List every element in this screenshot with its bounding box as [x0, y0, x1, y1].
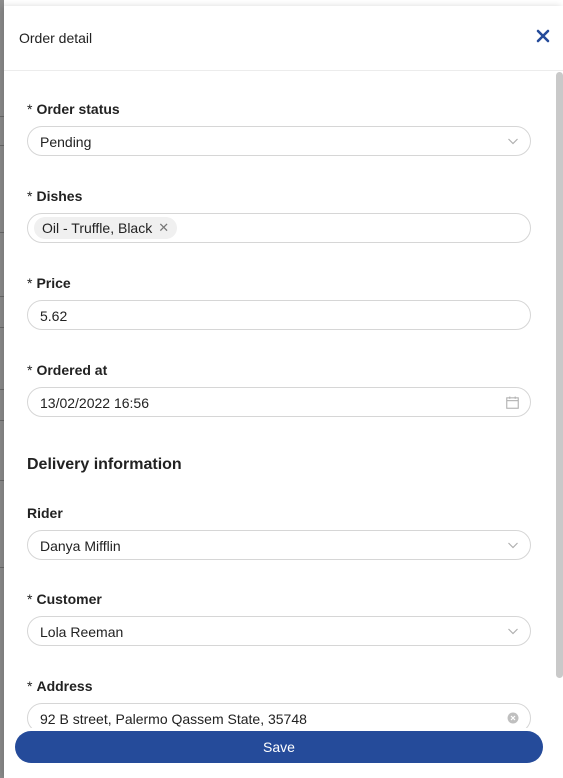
calendar-icon[interactable]: [506, 396, 519, 409]
order-detail-drawer: Order detail * Order status Pending * Dish…: [4, 6, 563, 778]
rider-select[interactable]: Danya Mifflin: [27, 530, 531, 560]
ordered-at-field: * Ordered at 13/02/2022 16:56: [27, 360, 533, 417]
drawer-header: Order detail: [4, 6, 563, 71]
rider-field: Rider Danya Mifflin: [27, 503, 533, 560]
order-status-field: * Order status Pending: [27, 99, 533, 156]
chevron-down-icon: [508, 542, 518, 549]
drawer-title: Order detail: [19, 30, 93, 46]
address-value: 92 B street, Palermo Qassem State, 35748: [40, 711, 307, 727]
dishes-field: * Dishes Oil - Truffle, Black ✕: [27, 186, 533, 243]
order-status-value: Pending: [40, 134, 92, 150]
dish-tag: Oil - Truffle, Black ✕: [34, 217, 178, 239]
rider-label: Rider: [27, 505, 63, 521]
price-field: * Price 5.62: [27, 273, 533, 330]
form-body: * Order status Pending * Dishes Oil - Truf…: [4, 71, 563, 728]
dishes-label: * Dishes: [27, 188, 83, 204]
save-button[interactable]: Save: [15, 731, 543, 763]
customer-field: * Customer Lola Reeman: [27, 589, 533, 646]
address-field: * Address 92 B street, Palermo Qassem Sta…: [27, 676, 533, 728]
order-status-label: * Order status: [27, 101, 120, 117]
customer-select[interactable]: Lola Reeman: [27, 616, 531, 646]
address-label: * Address: [27, 678, 93, 694]
close-icon: [536, 29, 550, 43]
price-label: * Price: [27, 275, 71, 291]
ordered-at-label: * Ordered at: [27, 362, 108, 378]
customer-value: Lola Reeman: [40, 624, 124, 640]
close-icon[interactable]: ✕: [158, 220, 169, 236]
address-input[interactable]: 92 B street, Palermo Qassem State, 35748: [27, 703, 531, 728]
price-value: 5.62: [40, 308, 68, 324]
order-status-select[interactable]: Pending: [27, 126, 531, 156]
dishes-multiselect[interactable]: Oil - Truffle, Black ✕: [27, 213, 531, 243]
clear-circle-icon[interactable]: [507, 712, 519, 724]
dish-tag-label: Oil - Truffle, Black: [42, 220, 153, 236]
price-input[interactable]: 5.62: [27, 300, 531, 330]
ordered-at-value: 13/02/2022 16:56: [40, 395, 149, 411]
chevron-down-icon: [508, 628, 518, 635]
rider-value: Danya Mifflin: [40, 538, 121, 554]
ordered-at-picker[interactable]: 13/02/2022 16:56: [27, 387, 531, 417]
chevron-down-icon: [508, 138, 518, 145]
close-button[interactable]: [533, 26, 553, 46]
delivery-information-heading: Delivery information: [27, 456, 182, 473]
customer-label: * Customer: [27, 591, 102, 607]
